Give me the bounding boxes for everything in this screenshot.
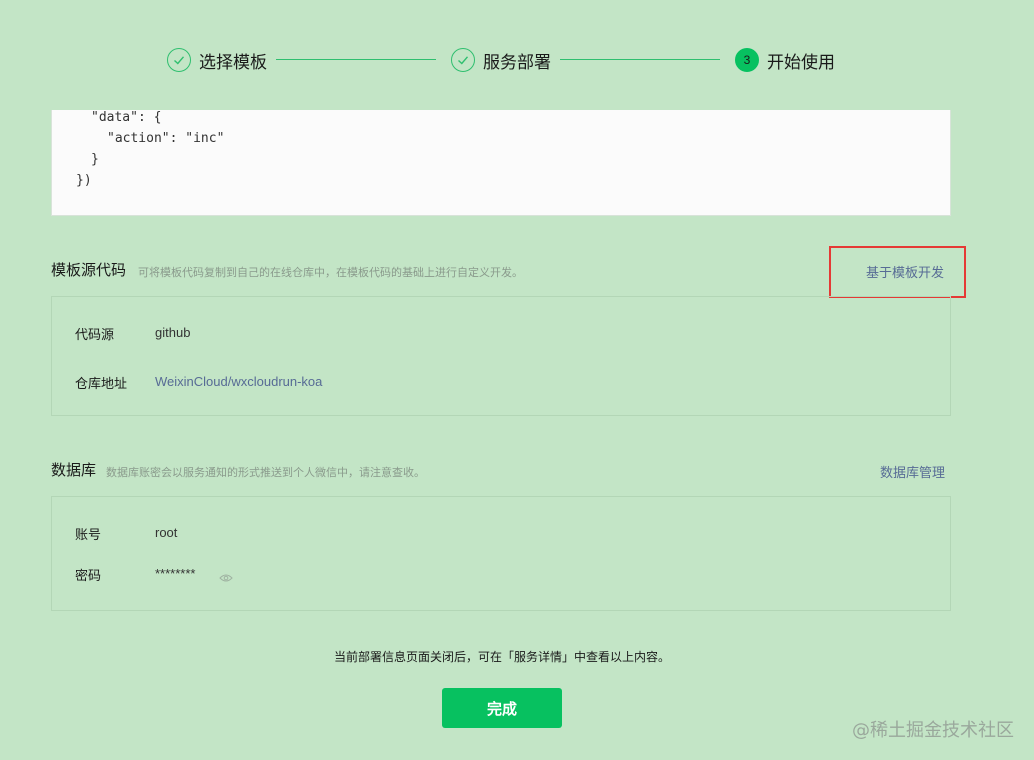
database-description: 数据库账密会以服务通知的形式推送到个人微信中，请注意查收。	[106, 466, 425, 479]
step-label: 服务部署	[483, 52, 551, 73]
password-label: 密码	[75, 569, 102, 584]
database-management-link[interactable]: 数据库管理	[880, 462, 945, 481]
database-title: 数据库	[51, 461, 97, 479]
repo-address-link[interactable]: WeixinCloud/wxcloudrun-koa	[155, 374, 322, 389]
password-value: ********	[155, 566, 196, 581]
watermark: @稀土掘金技术社区	[852, 720, 1014, 741]
step-connector	[560, 59, 720, 60]
account-label: 账号	[75, 528, 102, 543]
template-source-card: 代码源 github 仓库地址 WeixinCloud/wxcloudrun-k…	[51, 296, 951, 416]
step-start-using: 3 开始使用	[735, 46, 835, 74]
code-line: "action": "inc"	[107, 131, 225, 146]
step-connector	[276, 59, 436, 60]
repo-address-label: 仓库地址	[75, 377, 128, 392]
check-icon	[451, 48, 475, 72]
code-source-label: 代码源	[75, 328, 115, 343]
step-label: 选择模板	[199, 52, 267, 73]
code-line: }	[91, 152, 99, 167]
step-label: 开始使用	[767, 52, 835, 73]
code-line: })	[76, 173, 92, 188]
account-value: root	[155, 525, 178, 540]
deployment-notice: 当前部署信息页面关闭后，可在「服务详情」中查看以上内容。	[333, 650, 670, 664]
code-line: "data": {	[91, 110, 162, 125]
check-icon	[167, 48, 191, 72]
step-select-template: 选择模板	[167, 46, 267, 74]
stepper: 选择模板 服务部署 3 开始使用	[0, 46, 1034, 74]
template-source-description: 可将模板代码复制到自己的在线仓库中，在模板代码的基础上进行自定义开发。	[138, 266, 523, 279]
code-source-value: github	[155, 325, 191, 340]
eye-icon[interactable]	[219, 568, 233, 582]
code-snippet: "data": { "action": "inc" } })	[51, 110, 951, 216]
database-card: 账号 root 密码 ********	[51, 496, 951, 611]
highlight-box	[829, 246, 966, 298]
done-button[interactable]: 完成	[442, 688, 562, 728]
step-number-badge: 3	[735, 48, 759, 72]
template-source-title: 模板源代码	[51, 261, 127, 279]
step-deploy-service: 服务部署	[451, 46, 551, 74]
